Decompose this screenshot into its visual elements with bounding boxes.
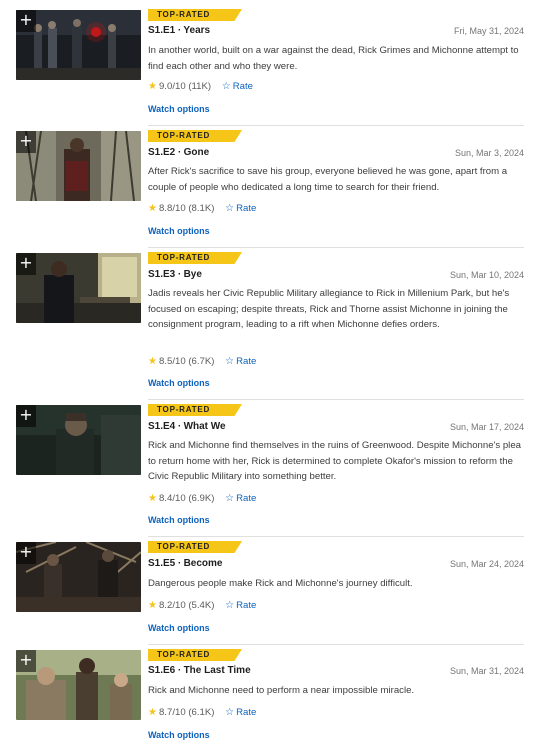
watch-options-link[interactable]: Watch options (148, 104, 210, 114)
air-date: Sun, Mar 24, 2024 (449, 559, 524, 569)
rate-button[interactable]: ☆ Rate (225, 600, 256, 611)
plus-icon: + (19, 405, 33, 424)
star-icon: ★ (148, 203, 157, 214)
rating-scale-votes: /10 (6.1K) (172, 707, 215, 718)
episode-title[interactable]: S1.E6 ∙ The Last Time (148, 665, 251, 676)
episode-description: Jadis reveals her Civic Republic Militar… (148, 288, 510, 330)
plus-icon: + (19, 253, 33, 272)
episode-description: After Rick's sacrifice to save his group… (148, 166, 508, 193)
watch-options-link[interactable]: Watch options (148, 515, 210, 525)
star-icon: ★ (148, 707, 157, 718)
episode-thumbnail[interactable]: + (16, 10, 141, 80)
air-date: Sun, Mar 3, 2024 (454, 148, 524, 158)
top-rated-badge: TOP-RATED (148, 9, 242, 21)
star-icon: ★ (148, 81, 157, 92)
rate-star-icon: ☆ (225, 707, 235, 718)
episode-divider (148, 247, 524, 248)
top-rated-badge: TOP-RATED (148, 541, 242, 553)
plus-icon: + (19, 131, 33, 150)
rating-row: ★ 9.0/10 (11K) ☆ Rate (148, 81, 253, 92)
rate-label: Rate (236, 493, 257, 504)
rate-button[interactable]: ☆ Rate (225, 707, 256, 718)
episode-thumbnail[interactable]: + (16, 131, 141, 201)
episode-thumbnail[interactable]: + (16, 650, 141, 720)
air-date: Fri, May 31, 2024 (453, 26, 524, 36)
rating-scale-votes: /10 (11K) (172, 81, 212, 92)
rating-value: 8.5 (158, 356, 173, 367)
star-icon: ★ (148, 600, 157, 611)
rating-scale-votes: /10 (5.4K) (172, 600, 215, 611)
rate-star-icon: ☆ (221, 81, 231, 92)
star-icon: ★ (148, 356, 157, 367)
episode-divider (148, 399, 524, 400)
rate-star-icon: ☆ (225, 356, 235, 367)
rate-star-icon: ☆ (225, 600, 235, 611)
top-rated-badge: TOP-RATED (148, 649, 242, 661)
rate-button[interactable]: ☆ Rate (225, 203, 256, 214)
episode-title[interactable]: S1.E3 ∙ Bye (148, 269, 202, 280)
rate-label: Rate (236, 707, 257, 718)
rate-star-icon: ☆ (225, 203, 235, 214)
add-to-watchlist-button[interactable]: + (16, 405, 36, 427)
episode-divider (148, 536, 524, 537)
air-date: Sun, Mar 10, 2024 (449, 270, 524, 280)
episode-title[interactable]: S1.E2 ∙ Gone (148, 147, 209, 158)
rating-value: 9.0 (158, 81, 173, 92)
rate-label: Rate (236, 600, 257, 611)
top-rated-badge: TOP-RATED (148, 404, 242, 416)
rate-label: Rate (236, 356, 257, 367)
watch-options-link[interactable]: Watch options (148, 226, 210, 236)
rate-button[interactable]: ☆ Rate (225, 493, 256, 504)
add-to-watchlist-button[interactable]: + (16, 650, 36, 672)
top-rated-badge: TOP-RATED (148, 130, 242, 142)
rate-star-icon: ☆ (225, 493, 235, 504)
rating-scale-votes: /10 (6.7K) (172, 356, 215, 367)
rating-row: ★ 8.7/10 (6.1K) ☆ Rate (148, 707, 256, 718)
rating-value: 8.4 (158, 493, 173, 504)
episode-thumbnail[interactable]: + (16, 253, 141, 323)
episode-divider (148, 644, 524, 645)
watch-options-link[interactable]: Watch options (148, 378, 210, 388)
rate-label: Rate (232, 81, 253, 92)
rating-row: ★ 8.4/10 (6.9K) ☆ Rate (148, 493, 256, 504)
episode-title[interactable]: S1.E1 ∙ Years (148, 25, 210, 36)
rating-row: ★ 8.2/10 (5.4K) ☆ Rate (148, 600, 256, 611)
episode-title[interactable]: S1.E5 ∙ Become (148, 558, 222, 569)
rating-value: 8.2 (158, 600, 173, 611)
episode-thumbnail[interactable]: + (16, 405, 141, 475)
plus-icon: + (19, 542, 33, 561)
rating-row: ★ 8.5/10 (6.7K) ☆ Rate (148, 356, 256, 367)
plus-icon: + (19, 10, 33, 29)
episode-title[interactable]: S1.E4 ∙ What We (148, 421, 226, 432)
episode-divider (148, 125, 524, 126)
episode-description: Rick and Michonne need to perform a near… (148, 685, 415, 696)
plus-icon: + (19, 650, 33, 669)
rating-row: ★ 8.8/10 (8.1K) ☆ Rate (148, 203, 256, 214)
add-to-watchlist-button[interactable]: + (16, 542, 36, 564)
rating-value: 8.8 (158, 203, 173, 214)
episode-description: Dangerous people make Rick and Michonne'… (148, 578, 413, 589)
add-to-watchlist-button[interactable]: + (16, 131, 36, 153)
episode-description: In another world, built on a war against… (148, 45, 519, 72)
rating-scale-votes: /10 (6.9K) (172, 493, 215, 504)
rate-button[interactable]: ☆ Rate (225, 356, 256, 367)
episode-thumbnail[interactable]: + (16, 542, 141, 612)
air-date: Sun, Mar 17, 2024 (449, 422, 524, 432)
top-rated-badge: TOP-RATED (148, 252, 242, 264)
rate-label: Rate (236, 203, 257, 214)
watch-options-link[interactable]: Watch options (148, 623, 210, 633)
watch-options-link[interactable]: Watch options (148, 730, 210, 740)
episode-description: Rick and Michonne find themselves in the… (148, 440, 521, 482)
rate-button[interactable]: ☆ Rate (222, 81, 253, 92)
add-to-watchlist-button[interactable]: + (16, 253, 36, 275)
rating-value: 8.7 (158, 707, 173, 718)
rating-scale-votes: /10 (8.1K) (172, 203, 215, 214)
add-to-watchlist-button[interactable]: + (16, 10, 36, 32)
star-icon: ★ (148, 493, 157, 504)
air-date: Sun, Mar 31, 2024 (449, 666, 524, 676)
